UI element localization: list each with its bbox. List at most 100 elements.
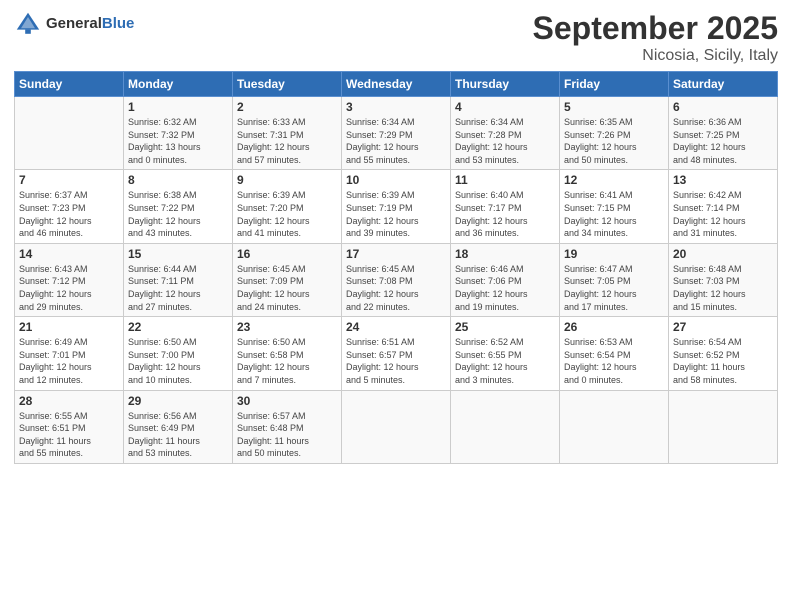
day-cell — [342, 390, 451, 463]
week-row-2: 7Sunrise: 6:37 AM Sunset: 7:23 PM Daylig… — [15, 170, 778, 243]
day-cell: 29 Sunrise: 6:56 AM Sunset: 6:49 PM Dayli… — [124, 390, 233, 463]
day-info: Sunrise: 6:44 AM Sunset: 7:11 PM Dayligh… — [128, 263, 228, 313]
day-cell: 30 Sunrise: 6:57 AM Sunset: 6:48 PM Dayli… — [233, 390, 342, 463]
day-info: Sunrise: 6:54 AM Sunset: 6:52 PM Dayligh… — [673, 336, 773, 386]
day-number: 26 — [564, 320, 664, 334]
day-number: 6 — [673, 100, 773, 114]
day-cell: 26 Sunrise: 6:53 AM Sunset: 6:54 PM Dayli… — [560, 317, 669, 390]
day-cell: 13 Sunrise: 6:42 AM Sunset: 7:14 PM Dayli… — [669, 170, 778, 243]
day-info: Sunrise: 6:50 AM Sunset: 7:00 PM Dayligh… — [128, 336, 228, 386]
day-info: Sunrise: 6:39 AM Sunset: 7:19 PM Dayligh… — [346, 189, 446, 239]
day-cell: 3 Sunrise: 6:34 AM Sunset: 7:29 PM Daylig… — [342, 97, 451, 170]
day-number: 30 — [237, 394, 337, 408]
col-saturday: Saturday — [669, 72, 778, 97]
day-number: 1 — [128, 100, 228, 114]
day-cell — [451, 390, 560, 463]
day-cell: 17Sunrise: 6:45 AM Sunset: 7:08 PM Dayli… — [342, 243, 451, 316]
day-cell: 15 Sunrise: 6:44 AM Sunset: 7:11 PM Dayli… — [124, 243, 233, 316]
day-number: 19 — [564, 247, 664, 261]
day-cell: 1Sunrise: 6:32 AM Sunset: 7:32 PM Daylig… — [124, 97, 233, 170]
title-block: September 2025 Nicosia, Sicily, Italy — [533, 10, 778, 65]
day-info: Sunrise: 6:46 AM Sunset: 7:06 PM Dayligh… — [455, 263, 555, 313]
day-info: Sunrise: 6:33 AM Sunset: 7:31 PM Dayligh… — [237, 116, 337, 166]
day-cell: 9Sunrise: 6:39 AM Sunset: 7:20 PM Daylig… — [233, 170, 342, 243]
day-info: Sunrise: 6:34 AM Sunset: 7:29 PM Dayligh… — [346, 116, 446, 166]
day-number: 23 — [237, 320, 337, 334]
logo-blue: Blue — [102, 15, 135, 32]
col-monday: Monday — [124, 72, 233, 97]
day-cell — [560, 390, 669, 463]
day-number: 28 — [19, 394, 119, 408]
col-thursday: Thursday — [451, 72, 560, 97]
logo-text: GeneralBlue — [46, 16, 134, 33]
day-number: 25 — [455, 320, 555, 334]
day-info: Sunrise: 6:57 AM Sunset: 6:48 PM Dayligh… — [237, 410, 337, 460]
day-number: 10 — [346, 173, 446, 187]
day-info: Sunrise: 6:36 AM Sunset: 7:25 PM Dayligh… — [673, 116, 773, 166]
day-cell: 19 Sunrise: 6:47 AM Sunset: 7:05 PM Dayli… — [560, 243, 669, 316]
week-row-3: 14 Sunrise: 6:43 AM Sunset: 7:12 PM Dayli… — [15, 243, 778, 316]
day-number: 9 — [237, 173, 337, 187]
day-info: Sunrise: 6:53 AM Sunset: 6:54 PM Dayligh… — [564, 336, 664, 386]
location-title: Nicosia, Sicily, Italy — [533, 47, 778, 65]
day-info: Sunrise: 6:38 AM Sunset: 7:22 PM Dayligh… — [128, 189, 228, 239]
day-cell — [15, 97, 124, 170]
week-row-4: 21 Sunrise: 6:49 AM Sunset: 7:01 PM Dayli… — [15, 317, 778, 390]
day-cell: 12 Sunrise: 6:41 AM Sunset: 7:15 PM Dayli… — [560, 170, 669, 243]
day-cell: 27 Sunrise: 6:54 AM Sunset: 6:52 PM Dayli… — [669, 317, 778, 390]
day-info: Sunrise: 6:37 AM Sunset: 7:23 PM Dayligh… — [19, 189, 119, 239]
day-info: Sunrise: 6:47 AM Sunset: 7:05 PM Dayligh… — [564, 263, 664, 313]
day-cell: 2Sunrise: 6:33 AM Sunset: 7:31 PM Daylig… — [233, 97, 342, 170]
week-row-5: 28Sunrise: 6:55 AM Sunset: 6:51 PM Dayli… — [15, 390, 778, 463]
day-info: Sunrise: 6:49 AM Sunset: 7:01 PM Dayligh… — [19, 336, 119, 386]
day-number: 15 — [128, 247, 228, 261]
day-number: 24 — [346, 320, 446, 334]
day-cell: 20Sunrise: 6:48 AM Sunset: 7:03 PM Dayli… — [669, 243, 778, 316]
day-number: 11 — [455, 173, 555, 187]
col-sunday: Sunday — [15, 72, 124, 97]
day-number: 16 — [237, 247, 337, 261]
day-number: 8 — [128, 173, 228, 187]
day-number: 21 — [19, 320, 119, 334]
day-number: 5 — [564, 100, 664, 114]
day-info: Sunrise: 6:50 AM Sunset: 6:58 PM Dayligh… — [237, 336, 337, 386]
day-info: Sunrise: 6:45 AM Sunset: 7:08 PM Dayligh… — [346, 263, 446, 313]
day-info: Sunrise: 6:35 AM Sunset: 7:26 PM Dayligh… — [564, 116, 664, 166]
header: GeneralBlue September 2025 Nicosia, Sici… — [14, 10, 778, 65]
day-number: 3 — [346, 100, 446, 114]
day-number: 29 — [128, 394, 228, 408]
day-info: Sunrise: 6:41 AM Sunset: 7:15 PM Dayligh… — [564, 189, 664, 239]
day-info: Sunrise: 6:52 AM Sunset: 6:55 PM Dayligh… — [455, 336, 555, 386]
calendar-table: Sunday Monday Tuesday Wednesday Thursday… — [14, 71, 778, 464]
col-wednesday: Wednesday — [342, 72, 451, 97]
header-row: Sunday Monday Tuesday Wednesday Thursday… — [15, 72, 778, 97]
day-number: 22 — [128, 320, 228, 334]
day-number: 13 — [673, 173, 773, 187]
col-friday: Friday — [560, 72, 669, 97]
day-info: Sunrise: 6:51 AM Sunset: 6:57 PM Dayligh… — [346, 336, 446, 386]
day-cell: 23 Sunrise: 6:50 AM Sunset: 6:58 PM Dayli… — [233, 317, 342, 390]
day-cell: 14 Sunrise: 6:43 AM Sunset: 7:12 PM Dayli… — [15, 243, 124, 316]
day-info: Sunrise: 6:40 AM Sunset: 7:17 PM Dayligh… — [455, 189, 555, 239]
day-number: 18 — [455, 247, 555, 261]
day-cell: 22 Sunrise: 6:50 AM Sunset: 7:00 PM Dayli… — [124, 317, 233, 390]
day-info: Sunrise: 6:45 AM Sunset: 7:09 PM Dayligh… — [237, 263, 337, 313]
day-cell: 16 Sunrise: 6:45 AM Sunset: 7:09 PM Dayli… — [233, 243, 342, 316]
day-number: 14 — [19, 247, 119, 261]
day-info: Sunrise: 6:48 AM Sunset: 7:03 PM Dayligh… — [673, 263, 773, 313]
day-info: Sunrise: 6:43 AM Sunset: 7:12 PM Dayligh… — [19, 263, 119, 313]
day-info: Sunrise: 6:56 AM Sunset: 6:49 PM Dayligh… — [128, 410, 228, 460]
day-info: Sunrise: 6:42 AM Sunset: 7:14 PM Dayligh… — [673, 189, 773, 239]
day-cell: 5 Sunrise: 6:35 AM Sunset: 7:26 PM Daylig… — [560, 97, 669, 170]
week-row-1: 1Sunrise: 6:32 AM Sunset: 7:32 PM Daylig… — [15, 97, 778, 170]
day-number: 27 — [673, 320, 773, 334]
logo-general: General — [46, 15, 102, 32]
page-container: GeneralBlue September 2025 Nicosia, Sici… — [0, 0, 792, 474]
day-info: Sunrise: 6:34 AM Sunset: 7:28 PM Dayligh… — [455, 116, 555, 166]
day-cell: 7Sunrise: 6:37 AM Sunset: 7:23 PM Daylig… — [15, 170, 124, 243]
day-cell: 18 Sunrise: 6:46 AM Sunset: 7:06 PM Dayli… — [451, 243, 560, 316]
day-cell: 8 Sunrise: 6:38 AM Sunset: 7:22 PM Daylig… — [124, 170, 233, 243]
day-number: 4 — [455, 100, 555, 114]
day-number: 12 — [564, 173, 664, 187]
day-cell: 21 Sunrise: 6:49 AM Sunset: 7:01 PM Dayli… — [15, 317, 124, 390]
